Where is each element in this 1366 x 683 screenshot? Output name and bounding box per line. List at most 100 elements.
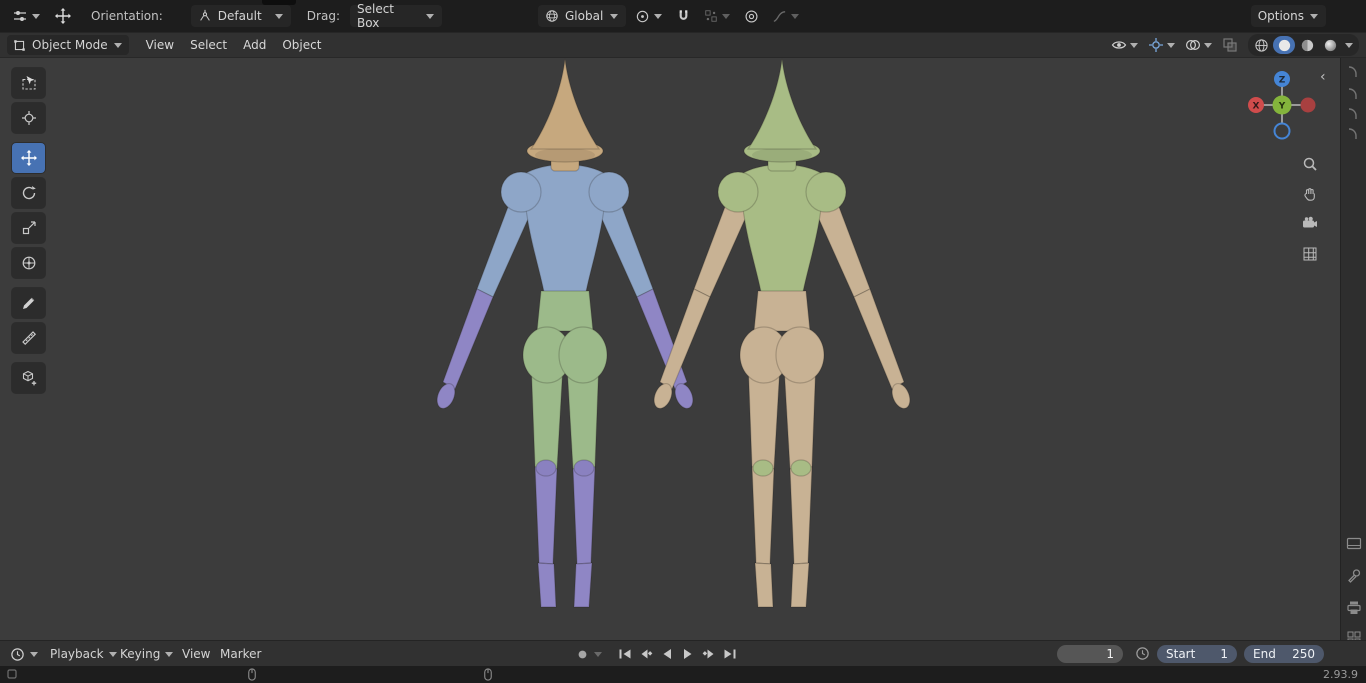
prev-keyframe-button[interactable] xyxy=(637,645,655,663)
snap-settings-dropdown[interactable] xyxy=(700,5,735,27)
playback-menu[interactable]: Playback xyxy=(44,644,124,664)
play-button[interactable] xyxy=(679,645,697,663)
tool-transform[interactable] xyxy=(12,248,45,278)
object-mode-dropdown[interactable]: Object Mode xyxy=(7,35,129,55)
next-keyframe-button[interactable] xyxy=(700,645,718,663)
tool-cursor[interactable] xyxy=(12,103,45,133)
gizmos-dropdown[interactable] xyxy=(1145,35,1179,55)
xray-toggle[interactable] xyxy=(1219,35,1241,55)
tool-add-cube[interactable] xyxy=(12,363,45,393)
editor-corner-icon xyxy=(7,669,17,679)
options-dropdown[interactable]: Options xyxy=(1250,5,1326,27)
current-frame-field[interactable]: 1 xyxy=(1057,645,1123,663)
jump-to-start-button[interactable] xyxy=(616,645,634,663)
tool-settings-icon xyxy=(14,11,26,21)
clock-icon xyxy=(11,647,24,661)
printer-icon[interactable] xyxy=(1346,600,1362,616)
wrench-icon[interactable] xyxy=(1346,568,1362,584)
snap-toggle[interactable] xyxy=(672,5,695,27)
transform-orientation-dropdown[interactable]: Global xyxy=(538,5,626,27)
tool-measure[interactable] xyxy=(12,323,45,353)
proportional-editing-icon xyxy=(745,9,758,23)
xray-icon xyxy=(1223,38,1237,52)
shading-solid-button[interactable] xyxy=(1273,36,1295,54)
tool-select-box[interactable] xyxy=(12,68,45,98)
tool-annotate[interactable] xyxy=(12,288,45,318)
gizmo-axis-z-negative xyxy=(1273,122,1291,140)
chevron-down-icon xyxy=(32,13,41,19)
jump-to-start-icon xyxy=(619,649,631,659)
tool-rotate[interactable] xyxy=(12,178,45,208)
jump-to-end-button[interactable] xyxy=(721,645,739,663)
editor-type-dropdown[interactable] xyxy=(8,5,45,27)
camera-view-button[interactable] xyxy=(1298,212,1322,236)
toggle-grid-button[interactable] xyxy=(1298,242,1322,266)
overlays-icon xyxy=(1185,39,1201,51)
play-reverse-button[interactable] xyxy=(658,645,676,663)
visibility-dropdown[interactable] xyxy=(1108,35,1142,55)
navigation-gizmo[interactable]: Z X Y xyxy=(1247,70,1317,140)
mouse-left-icon xyxy=(248,668,256,681)
corner-hook-icon[interactable] xyxy=(1346,86,1362,102)
svg-text:X: X xyxy=(1253,102,1260,112)
timeline-view-menu[interactable]: View xyxy=(176,644,216,664)
corner-hook-icon[interactable] xyxy=(1346,64,1362,80)
hand-icon xyxy=(1304,188,1315,201)
keying-menu[interactable]: Keying xyxy=(114,644,180,664)
screen-layout-icon[interactable] xyxy=(1346,536,1362,552)
shading-material-button[interactable] xyxy=(1296,36,1318,54)
model-right[interactable] xyxy=(622,58,942,620)
timeline-editor-type-dropdown[interactable] xyxy=(4,644,45,664)
timeline: Playback Keying View Marker 1 Start 1 En… xyxy=(0,640,1366,666)
menu-object[interactable]: Object xyxy=(275,35,328,55)
corner-hook-icon[interactable] xyxy=(1346,126,1362,142)
next-keyframe-icon xyxy=(702,649,714,659)
global-orientation-icon xyxy=(546,10,558,22)
chevron-down-icon xyxy=(654,13,663,19)
chevron-down-icon xyxy=(1345,42,1354,48)
chevron-down-icon xyxy=(1310,13,1319,19)
workspace-tab-remnant xyxy=(262,0,296,5)
preview-range-clock-icon[interactable] xyxy=(1135,646,1150,661)
pivot-point-dropdown[interactable] xyxy=(631,5,667,27)
sidebar-toggle-arrow[interactable]: ‹ xyxy=(1320,70,1326,84)
drag-value: Select Box xyxy=(356,2,395,30)
menu-select[interactable]: Select xyxy=(183,35,234,55)
chevron-down-icon xyxy=(722,13,731,19)
viewport-header: Object Mode View Select Add Object xyxy=(0,32,1366,58)
overlays-dropdown[interactable] xyxy=(1182,35,1216,55)
proportional-editing-toggle[interactable] xyxy=(740,5,763,27)
jump-to-end-icon xyxy=(724,649,736,659)
shading-mode-group xyxy=(1248,34,1359,56)
grid-icon xyxy=(1303,247,1317,261)
menu-view[interactable]: View xyxy=(139,35,181,55)
rotate-icon xyxy=(22,186,36,200)
tool-scale[interactable] xyxy=(12,213,45,243)
pan-button[interactable] xyxy=(1298,182,1322,206)
timeline-marker-menu[interactable]: Marker xyxy=(214,644,267,664)
orientation-icon xyxy=(199,9,210,21)
frame-end-field[interactable]: End 250 xyxy=(1244,645,1324,663)
wireframe-sphere-icon xyxy=(1254,38,1268,52)
auto-keying-toggle[interactable] xyxy=(570,644,609,664)
move-icon xyxy=(20,150,37,166)
rendered-sphere-icon xyxy=(1324,39,1336,51)
chevron-down-icon xyxy=(165,651,174,657)
shading-dropdown[interactable] xyxy=(1342,35,1357,55)
zoom-button[interactable] xyxy=(1298,152,1322,176)
topbar: Orientation: Default Drag: Select Box Gl… xyxy=(0,0,1366,32)
tool-move[interactable] xyxy=(12,143,45,173)
shading-wireframe-button[interactable] xyxy=(1250,36,1272,54)
play-icon xyxy=(684,649,692,659)
shading-rendered-button[interactable] xyxy=(1319,36,1341,54)
mouse-right-icon xyxy=(484,668,492,681)
annotate-pencil-icon xyxy=(22,297,34,309)
menu-add[interactable]: Add xyxy=(236,35,273,55)
orientation-dropdown[interactable]: Default xyxy=(190,5,291,27)
frame-start-field[interactable]: Start 1 xyxy=(1157,645,1237,663)
drag-dropdown[interactable]: Select Box xyxy=(349,2,442,30)
falloff-dropdown[interactable] xyxy=(768,5,804,27)
chevron-down-icon xyxy=(791,13,800,19)
orientation-label: Orientation: xyxy=(91,9,163,23)
corner-hook-icon[interactable] xyxy=(1346,106,1362,122)
